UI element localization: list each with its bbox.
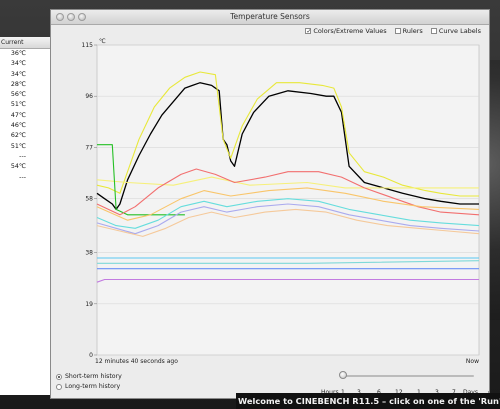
long-term-history-option[interactable]: Long-term history [56,383,120,390]
long-term-radio[interactable] [56,383,62,390]
sensor-value: 51℃ [10,101,26,109]
y-tick-label: 58 [85,196,93,203]
sensor-value: 34℃ [10,60,26,68]
cinebench-welcome-banner: Welcome to CINEBENCH R11.5 – click on on… [236,393,500,409]
y-tick-label: 115 [82,42,94,49]
long-term-label: Long-term history [65,383,121,390]
plot-area [96,44,480,356]
timescale-slider-knob[interactable] [339,371,347,379]
y-tick-label: 77 [85,144,93,151]
sensor-value: 47℃ [10,111,26,119]
sensor-values-window: Current 36℃ 34℃ 34℃ 28℃ 56℃ 51℃ 47℃ 46℃ 62℃ 51℃ --… [0,37,51,395]
sensor-value: 54℃ [10,163,26,171]
sensor-value: 51℃ [10,142,26,150]
x-end-label: Now [466,358,479,365]
sensor-value: 46℃ [10,122,26,130]
y-tick-label: 0 [89,352,93,359]
timescale-slider-track[interactable] [344,375,474,377]
y-tick-label: 19 [85,301,93,308]
sensor-value-list: 36℃ 34℃ 34℃ 28℃ 56℃ 51℃ 47℃ 46℃ 62℃ 51℃ --- 54℃ --- [0,49,50,183]
sensor-value: --- [19,173,26,181]
sensor-value: 56℃ [10,91,26,99]
temperature-chart: 115 96 77 58 38 19 0 ℃ 12 minutes 40 seconds ago… [82,38,480,365]
short-term-label: Short-term history [65,373,122,380]
short-term-radio[interactable] [56,373,62,380]
temperature-sensors-window: Temperature Sensors ✓ Colors/Extreme Val… [50,9,490,399]
y-axis-unit: ℃ [99,38,106,45]
y-tick-label: 38 [85,250,93,257]
current-column-header[interactable]: Current [0,37,50,49]
sensor-value: 62℃ [10,132,26,140]
x-start-label: 12 minutes 40 seconds ago [95,358,178,365]
y-tick-label: 96 [85,93,93,100]
sensor-value: 36℃ [10,50,26,57]
sensor-value: --- [19,152,26,160]
sensor-value: 34℃ [10,70,26,78]
short-term-history-option[interactable]: Short-term history [56,373,122,380]
sensor-value: 28℃ [10,80,26,88]
